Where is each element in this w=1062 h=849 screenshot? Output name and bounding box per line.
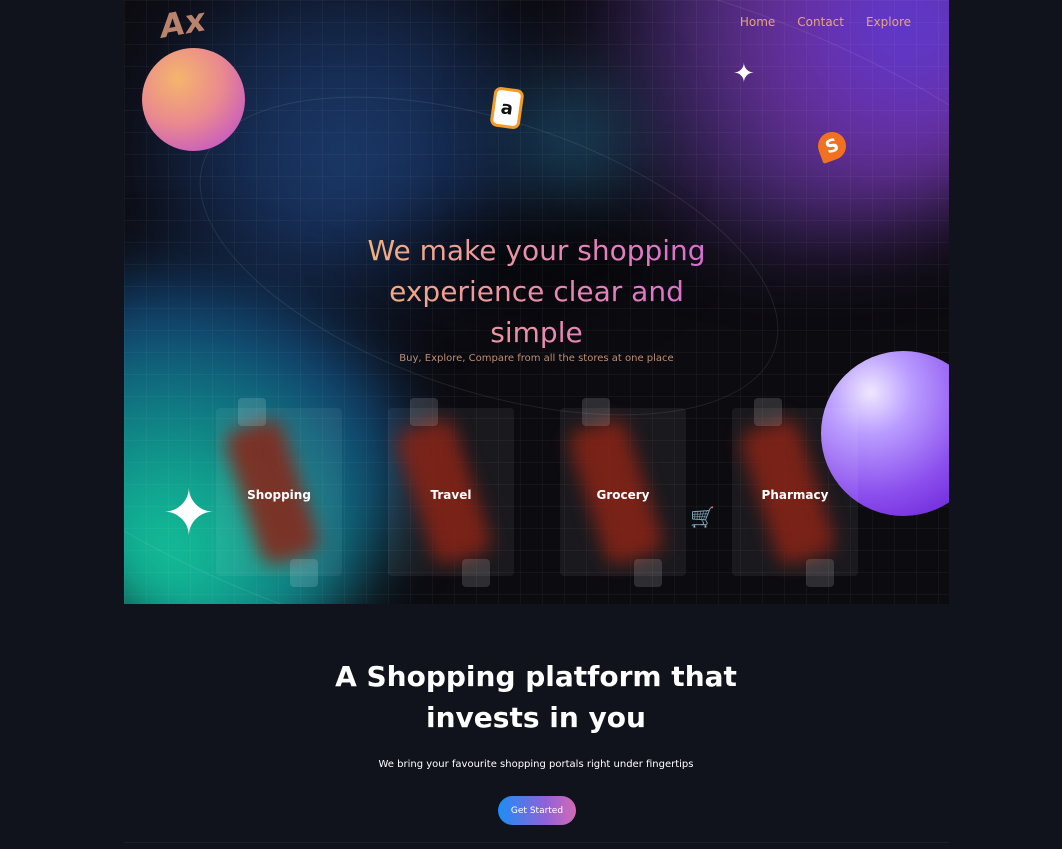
hero-subheadline: Buy, Explore, Compare from all the store… xyxy=(399,353,674,364)
sparkle-icon: ✦ xyxy=(162,477,216,551)
category-card-grocery[interactable]: Grocery xyxy=(560,398,686,587)
nav-contact[interactable]: Contact xyxy=(797,15,844,29)
category-label: Pharmacy xyxy=(761,488,829,502)
category-label: Travel xyxy=(430,488,472,502)
section-title: A Shopping platform that invests in you xyxy=(335,660,737,734)
section-subtitle: We bring your favourite shopping portals… xyxy=(378,759,694,770)
category-card-shopping[interactable]: Shopping xyxy=(216,398,342,587)
card-decoration xyxy=(290,559,318,587)
card-decoration xyxy=(634,559,662,587)
card-decoration xyxy=(410,398,438,426)
card-decoration xyxy=(582,398,610,426)
brand-logo[interactable]: Ax xyxy=(157,0,208,45)
divider xyxy=(124,842,949,843)
card-decoration xyxy=(462,559,490,587)
category-label: Shopping xyxy=(247,488,311,502)
hero-section: Ax Home Contact Explore a S ✦ ✦ We make … xyxy=(124,0,949,604)
card-decoration xyxy=(238,398,266,426)
cart-icon: 🛒 xyxy=(690,505,715,529)
hero-headline: We make your shopping experience clear a… xyxy=(354,230,719,353)
category-card-pharmacy[interactable]: Pharmacy xyxy=(732,398,858,587)
category-label: Grocery xyxy=(596,488,650,502)
amazon-icon: a xyxy=(489,86,525,130)
nav-explore[interactable]: Explore xyxy=(866,15,911,29)
card-decoration xyxy=(806,559,834,587)
card-decoration xyxy=(754,398,782,426)
top-nav: Home Contact Explore xyxy=(740,15,911,29)
orange-sphere xyxy=(142,48,245,151)
sparkle-icon: ✦ xyxy=(733,59,755,89)
get-started-button[interactable]: Get Started xyxy=(498,796,576,825)
nav-home[interactable]: Home xyxy=(740,15,775,29)
category-card-travel[interactable]: Travel xyxy=(388,398,514,587)
